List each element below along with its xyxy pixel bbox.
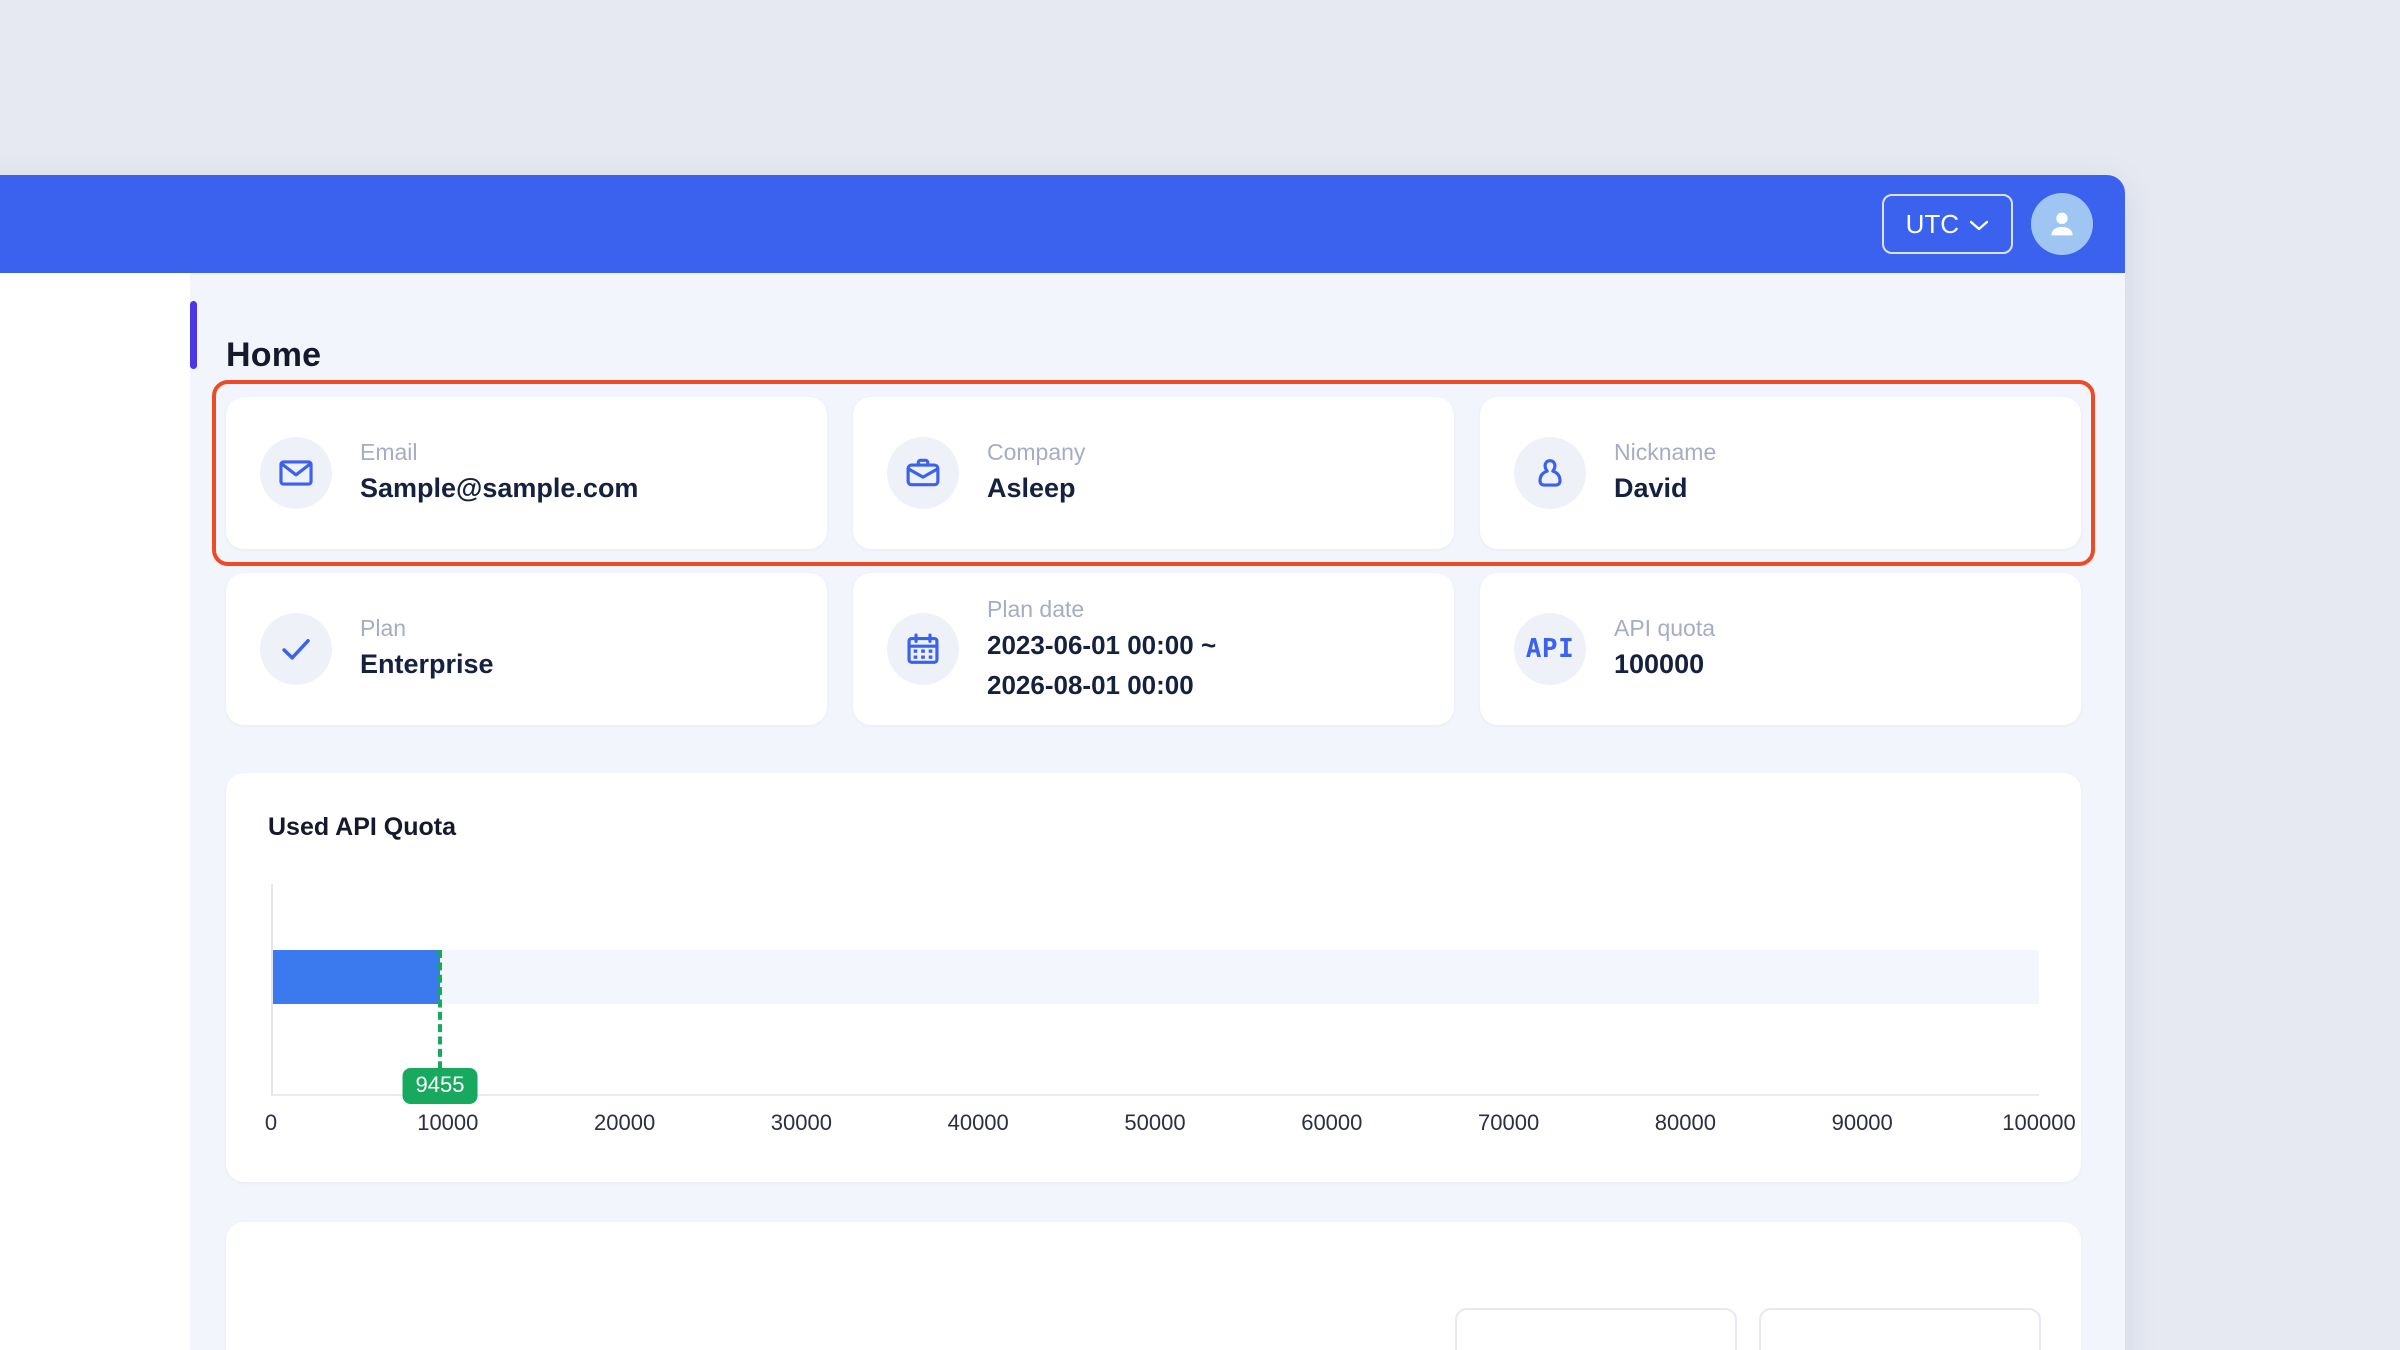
header-actions: UTC: [1881, 193, 2093, 255]
info-card-value: Sample@sample.com: [360, 473, 639, 504]
bottom-panel: [226, 1222, 2081, 1350]
info-card-row-primary: Email Sample@sample.com Company Asleep N…: [212, 380, 2095, 566]
info-card-text: Email Sample@sample.com: [360, 439, 638, 507]
info-card-text: Plan Enterprise: [360, 615, 494, 683]
info-card-text: API quota 100000: [1614, 615, 1715, 683]
filter-field-2[interactable]: [1759, 1308, 2041, 1350]
info-card-plan: Plan Enterprise: [226, 573, 827, 725]
chart-track: [273, 950, 2039, 1004]
user-avatar[interactable]: [2031, 193, 2093, 255]
chart-x-axis: 0 10000 20000 30000 40000 50000 60000 70000 8000…: [265, 1102, 2076, 1148]
info-card-text: Company Asleep: [987, 439, 1085, 507]
info-card-value: Enterprise: [360, 649, 494, 680]
info-card-label: Plan date: [987, 596, 1085, 623]
chart-plot-area: 9455: [271, 884, 2039, 1104]
bottom-panel-controls: [1455, 1308, 2041, 1350]
info-card-label: API quota: [1614, 615, 1716, 642]
x-axis-tick: 30000: [770, 1110, 832, 1135]
api-icon: API: [1514, 613, 1586, 685]
info-card-value: Asleep: [987, 473, 1076, 504]
chart-bar-used-quota: [273, 950, 440, 1004]
timezone-selector[interactable]: UTC: [1881, 194, 2013, 254]
chart-title: Used API Quota: [268, 813, 456, 841]
x-axis-tick: 70000: [1478, 1110, 1540, 1135]
info-card-label: Plan: [360, 615, 407, 642]
info-card-text: Nickname David: [1614, 439, 1716, 507]
person-icon: [1514, 437, 1586, 509]
info-card-value: David: [1614, 473, 1688, 504]
chevron-down-icon: [1969, 209, 1989, 240]
timezone-label: UTC: [1905, 208, 1959, 239]
chart-value-badge: 9455: [402, 1068, 478, 1104]
filter-field-1[interactable]: [1455, 1308, 1737, 1350]
main-content: Home Email Sample@sample.com Company Asl…: [190, 273, 2125, 1350]
calendar-icon: [887, 613, 959, 685]
info-card-label: Nickname: [1614, 439, 1717, 466]
x-axis-tick: 100000: [2002, 1110, 2076, 1135]
info-card-nickname: Nickname David: [1480, 397, 2081, 549]
info-card-company: Company Asleep: [853, 397, 1454, 549]
x-axis-tick: 60000: [1301, 1110, 1363, 1135]
window-body: s ns Home: [0, 273, 2125, 1350]
app-window: Dashboard UTC s: [0, 175, 2125, 1350]
used-api-quota-card: Used API Quota 9455 0 10000 20000 30000 4000…: [226, 773, 2081, 1182]
sidebar-item-1[interactable]: ns: [0, 495, 190, 591]
briefcase-icon: [887, 437, 959, 509]
page-title: Home: [226, 336, 322, 374]
app-header: Dashboard UTC: [0, 175, 2125, 273]
check-icon: [260, 613, 332, 685]
x-axis-tick: 0: [264, 1110, 278, 1135]
x-axis-tick: 40000: [947, 1110, 1009, 1135]
x-axis-tick: 90000: [1831, 1110, 1893, 1135]
x-axis-tick: 20000: [594, 1110, 656, 1135]
user-avatar-icon: [2051, 212, 2073, 236]
info-card-plan-date: Plan date 2023-06-01 00:00 ~ 2026-08-01 …: [853, 573, 1454, 725]
info-card-text: Plan date 2023-06-01 00:00 ~ 2026-08-01 …: [987, 596, 1216, 702]
info-card-value: 100000: [1614, 649, 1705, 680]
info-card-api-quota: API API quota 100000: [1480, 573, 2081, 725]
sidebar: s ns: [0, 273, 190, 1350]
envelope-icon: [260, 437, 332, 509]
info-card-value-line1: 2023-06-01 00:00 ~: [987, 630, 1217, 661]
info-card-label: Email: [360, 439, 418, 466]
info-card-row-secondary: Plan Enterprise Plan date 2023-06-01 00:…: [226, 573, 2081, 725]
content-accent-bar: [190, 301, 197, 369]
info-card-value-line2: 2026-08-01 00:00: [987, 669, 1194, 700]
info-card-email: Email Sample@sample.com: [226, 397, 827, 549]
sidebar-item-0[interactable]: s: [0, 347, 190, 443]
api-icon-text: API: [1525, 634, 1575, 664]
x-axis-tick: 80000: [1654, 1110, 1716, 1135]
info-card-label: Company: [987, 439, 1086, 466]
x-axis-tick: 50000: [1124, 1110, 1186, 1135]
x-axis-tick: 10000: [417, 1110, 479, 1135]
